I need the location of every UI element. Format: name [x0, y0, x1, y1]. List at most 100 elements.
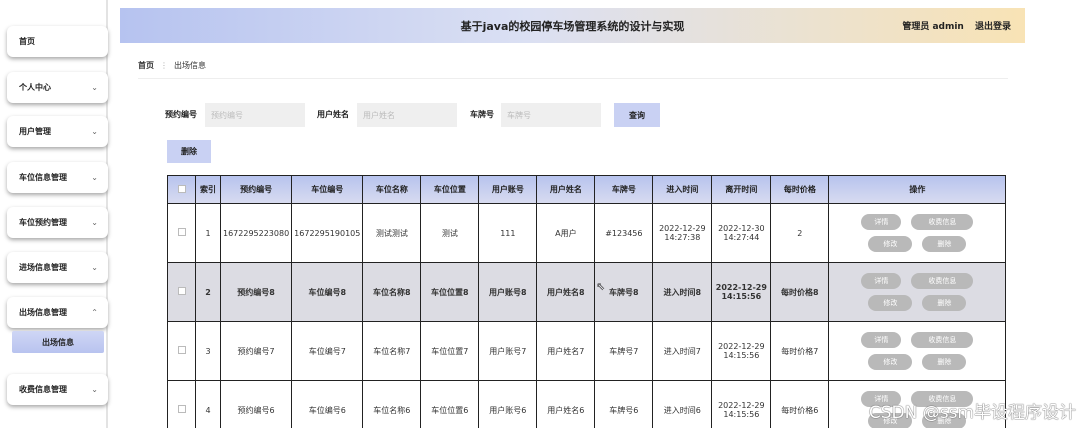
chevron-down-icon: ⌄	[91, 263, 98, 272]
row-select-cell[interactable]	[167, 203, 196, 263]
sidebar-item-label: 车位信息管理	[19, 173, 67, 182]
sidebar-item-label: 车位预约管理	[19, 218, 67, 227]
plate-cell: #123456	[594, 203, 654, 263]
row-actions-line: 修改 删除	[868, 295, 967, 311]
sidebar-item-personal-center[interactable]: 个人中心 ⌄	[7, 72, 108, 103]
index-cell: 4	[195, 380, 221, 428]
sidebar-subitem-exit-info[interactable]: 出场信息	[12, 331, 104, 353]
breadcrumb-separator: ⋮	[160, 61, 168, 70]
sidebar-item-space-info[interactable]: 车位信息管理 ⌄	[7, 162, 108, 193]
column-header: 进入时间	[652, 175, 713, 204]
reservation-no-label: 预约编号	[165, 110, 197, 119]
space-name-cell: 车位名称6	[362, 380, 422, 428]
reservation-no-cell: 预约编号7	[219, 321, 293, 381]
mouse-cursor-icon: ⇖	[596, 280, 606, 293]
hourly-price-cell: 2	[770, 203, 830, 263]
divider	[138, 78, 1008, 79]
row-select-cell[interactable]	[167, 380, 196, 428]
row-actions: 详情 收费信息修改 删除	[831, 332, 1003, 370]
table-row[interactable]: 3 预约编号7 车位编号7 车位名称7 车位位置7 用户账号7 用户姓名7 车牌号7 进入时间7…	[167, 321, 1007, 381]
space-name-cell: 车位名称7	[362, 321, 422, 381]
row-checkbox[interactable]	[177, 287, 186, 295]
row-actions: 详情 收费信息 修改 删除	[831, 214, 1003, 252]
row-actions-line: 详情 收费信息	[861, 214, 974, 230]
chevron-down-icon: ⌄	[91, 127, 98, 136]
enter-time-cell: 进入时间6	[652, 380, 713, 428]
edit-button[interactable]: 修改	[868, 236, 913, 252]
row-select-cell[interactable]	[167, 321, 196, 381]
sidebar-item-label: 首页	[19, 37, 35, 46]
enter-time-cell: 进入时间7	[652, 321, 713, 381]
row-checkbox[interactable]	[177, 346, 186, 354]
leave-time-cell: 2022-12-29 14:15:56	[711, 321, 772, 381]
user-name-input[interactable]	[357, 103, 457, 127]
user-name-cell: 用户姓名8	[536, 262, 596, 322]
space-location-cell: 车位位置8	[420, 262, 480, 322]
user-account-cell: 用户账号8	[478, 262, 538, 322]
sidebar-item-fee-info[interactable]: 收费信息管理 ⌄	[7, 374, 108, 405]
reservation-no-cell: 1672295223080	[219, 203, 293, 263]
table-row[interactable]: 2 预约编号8 车位编号8 车位名称8 车位位置8 用户账号8 用户姓名8 车牌号8 进入时间8…	[167, 262, 1007, 322]
select-all-checkbox[interactable]	[177, 184, 186, 193]
index-cell: 2	[195, 262, 221, 322]
row-checkbox[interactable]	[177, 405, 186, 413]
detail-button[interactable]: 详情	[861, 273, 902, 289]
space-location-cell: 车位位置6	[420, 380, 480, 428]
table-row[interactable]: 1 1672295223080 1672295190105 测试测试 测试 111 A用户 #…	[167, 203, 1007, 263]
fee-info-button[interactable]: 收费信息	[911, 273, 974, 289]
app-title: 基于java的校园停车场管理系统的设计与实现	[460, 19, 685, 33]
batch-delete-button[interactable]: 删除	[167, 140, 211, 163]
row-actions-line: 修改 删除	[868, 236, 967, 252]
user-account-cell: 111	[478, 203, 538, 263]
sidebar-item-label: 出场信息管理	[19, 308, 67, 317]
search-form: 预约编号 用户姓名 车牌号 查询	[165, 103, 685, 127]
logout-link[interactable]: 退出登录	[975, 22, 1011, 32]
leave-time-cell: 2022-12-29 14:15:56	[711, 262, 772, 322]
fee-info-button[interactable]: 收费信息	[911, 214, 974, 230]
query-button[interactable]: 查询	[614, 103, 660, 127]
plate-input[interactable]	[501, 103, 601, 127]
delete-button[interactable]: 删除	[922, 295, 967, 311]
chevron-down-icon: ⌄	[91, 385, 98, 394]
edit-button[interactable]: 修改	[868, 295, 913, 311]
index-cell: 1	[195, 203, 221, 263]
sidebar-item-home[interactable]: 首页	[7, 26, 108, 57]
user-name-cell: A用户	[536, 203, 596, 263]
column-header: 车位名称	[362, 175, 422, 204]
detail-button[interactable]: 详情	[861, 332, 902, 348]
watermark: CSDN @ssm毕设程序设计	[868, 403, 1076, 423]
space-no-cell: 1672295190105	[291, 203, 364, 263]
delete-button[interactable]: 删除	[922, 354, 967, 370]
space-no-cell: 车位编号7	[291, 321, 364, 381]
column-header: 车位位置	[420, 175, 480, 204]
delete-button[interactable]: 删除	[922, 236, 967, 252]
detail-button[interactable]: 详情	[861, 214, 902, 230]
sidebar: 首页 个人中心 ⌄ 用户管理 ⌄ 车位信息管理 ⌄ 车位预约管理 ⌄ 进场信息管…	[0, 0, 120, 428]
sidebar-item-label: 进场信息管理	[19, 263, 67, 272]
reservation-no-input[interactable]	[205, 103, 305, 127]
exit-info-table: 索引 预约编号 车位编号 车位名称 车位位置 用户账号 用户姓名 车牌号 进入时…	[167, 175, 1007, 428]
hourly-price-cell: 每时价格7	[770, 321, 830, 381]
chevron-down-icon: ⌄	[91, 173, 98, 182]
row-select-cell[interactable]	[167, 262, 196, 322]
breadcrumb-home[interactable]: 首页	[138, 61, 154, 70]
sidebar-item-user-management[interactable]: 用户管理 ⌄	[7, 116, 108, 147]
sidebar-item-entry-info[interactable]: 进场信息管理 ⌄	[7, 252, 108, 283]
user-name-cell: 用户姓名6	[536, 380, 596, 428]
operations-cell: 详情 收费信息修改 删除	[828, 262, 1007, 322]
reservation-no-cell: 预约编号6	[219, 380, 293, 428]
sidebar-item-space-reservation[interactable]: 车位预约管理 ⌄	[7, 207, 108, 238]
fee-info-button[interactable]: 收费信息	[911, 332, 974, 348]
row-checkbox[interactable]	[177, 228, 186, 236]
column-header: 预约编号	[219, 175, 293, 204]
space-location-cell: 车位位置7	[420, 321, 480, 381]
space-name-cell: 测试测试	[362, 203, 422, 263]
column-header: 车牌号	[594, 175, 654, 204]
edit-button[interactable]: 修改	[868, 354, 913, 370]
column-header: 车位编号	[291, 175, 364, 204]
space-no-cell: 车位编号6	[291, 380, 364, 428]
sidebar-item-exit-info[interactable]: 出场信息管理 ⌃	[7, 297, 108, 328]
space-name-cell: 车位名称8	[362, 262, 422, 322]
select-all-cell[interactable]	[167, 175, 196, 204]
column-header: 用户账号	[478, 175, 538, 204]
